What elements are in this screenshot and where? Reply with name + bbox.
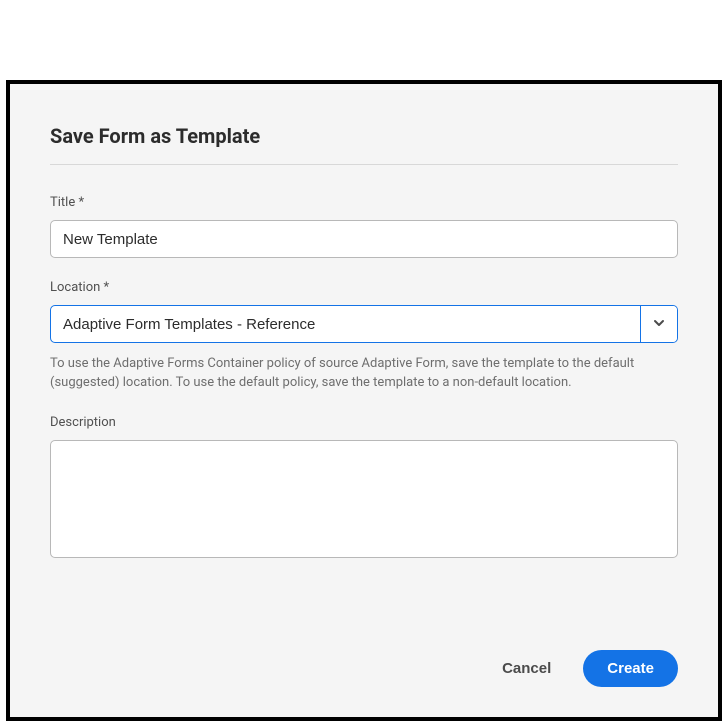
description-textarea[interactable] <box>50 440 678 558</box>
chevron-down-icon <box>653 317 665 332</box>
location-label: Location * <box>50 280 678 295</box>
location-combobox <box>50 305 678 343</box>
dialog-button-row: Cancel Create <box>50 630 678 687</box>
location-helper-text: To use the Adaptive Forms Container poli… <box>50 355 678 393</box>
cancel-button[interactable]: Cancel <box>498 652 555 685</box>
title-input[interactable] <box>50 220 678 258</box>
description-label: Description <box>50 415 678 430</box>
save-template-dialog: Save Form as Template Title * Location *… <box>6 80 722 721</box>
title-label: Title * <box>50 195 678 210</box>
location-dropdown-button[interactable] <box>641 306 677 342</box>
description-field-group: Description <box>50 415 678 562</box>
dialog-title: Save Form as Template <box>50 124 678 148</box>
create-button[interactable]: Create <box>583 650 678 687</box>
location-field-group: Location * To use the Adaptive Forms Con… <box>50 280 678 393</box>
location-input[interactable] <box>51 306 641 342</box>
title-divider <box>50 164 678 165</box>
title-field-group: Title * <box>50 195 678 258</box>
